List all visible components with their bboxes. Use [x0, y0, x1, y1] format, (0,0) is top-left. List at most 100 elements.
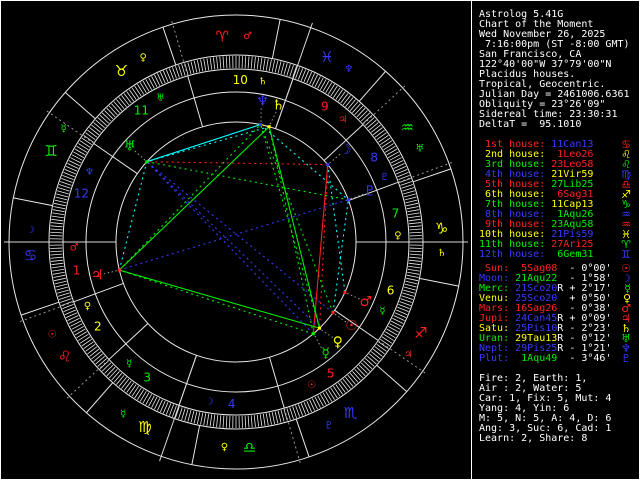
degree-tick [378, 134, 389, 143]
wheel-planet-icon-saturn: ♄ [272, 97, 285, 113]
aspect-line [146, 161, 314, 335]
panel-divider [471, 1, 472, 479]
degree-tick [216, 415, 219, 428]
degree-tick [83, 134, 94, 143]
degree-tick [400, 181, 412, 186]
sign-ruler-icon-uranus: ♅ [415, 144, 424, 155]
degree-tick [57, 190, 69, 195]
degree-tick [289, 407, 294, 420]
cusp-extended-line-6 [377, 340, 428, 375]
degree-tick [409, 231, 422, 234]
degree-tick [76, 331, 88, 339]
degree-tick [405, 199, 418, 204]
degree-tick [354, 105, 364, 116]
degree-tick [134, 387, 142, 399]
house-ruler-icon-sun: ☉ [307, 380, 316, 391]
degree-tick [222, 415, 225, 428]
degree-tick [358, 364, 368, 374]
degree-tick [330, 85, 338, 97]
degree-tick [409, 225, 422, 228]
aspect-line [260, 124, 321, 329]
sign-ruler-icon-saturn: ♄ [437, 248, 446, 259]
degree-tick [404, 283, 417, 288]
degree-tick [268, 412, 272, 425]
planet-degree-dot-mercury [311, 332, 315, 336]
summary-line-6: Learn: 2, Share: 8 [479, 433, 588, 444]
degree-tick [51, 262, 64, 266]
degree-tick [250, 56, 253, 69]
aspect-line [268, 126, 314, 334]
degree-tick [335, 384, 344, 395]
degree-tick [352, 371, 361, 381]
degree-tick [277, 410, 282, 423]
planet-degree-dot-pluto [346, 198, 350, 202]
aspect-line [260, 124, 349, 201]
degree-tick [74, 328, 86, 336]
degree-tick [289, 64, 294, 77]
sign-icon: ♊ [621, 248, 631, 261]
degree-tick [325, 390, 333, 402]
degree-tick [407, 271, 420, 275]
house-number-2: 2 [94, 320, 102, 334]
degree-tick [356, 107, 366, 118]
planet-pointer-line [103, 270, 118, 275]
degree-tick [277, 61, 282, 74]
degree-tick [76, 145, 88, 153]
degree-tick [209, 57, 213, 70]
degree-tick [50, 228, 63, 231]
degree-tick [53, 277, 66, 282]
degree-tick [259, 57, 263, 70]
degree-tick [407, 209, 420, 213]
degree-tick [123, 93, 132, 104]
degree-tick [178, 64, 183, 77]
degree-tick [406, 206, 419, 210]
degree-tick [356, 366, 366, 377]
degree-tick [408, 215, 421, 219]
degree-tick [78, 143, 89, 151]
degree-tick [402, 187, 414, 192]
planet-motion-value: - 3°46' [563, 353, 612, 364]
degree-tick [54, 280, 67, 285]
planet-degree-dot-mars [343, 290, 347, 294]
degree-tick [367, 355, 377, 365]
sign-boundary [64, 92, 96, 120]
degree-tick [342, 95, 351, 106]
degree-tick [52, 271, 65, 275]
degree-tick [60, 298, 72, 303]
degree-tick [407, 212, 420, 216]
degree-tick [347, 375, 356, 385]
house-ruler-icon-venus: ♀ [84, 301, 91, 312]
degree-tick [193, 60, 198, 73]
sign-boundary [86, 382, 114, 414]
degree-tick [121, 95, 130, 106]
planet-degree-dot-saturn [267, 125, 271, 129]
house-ruler-icon-mercury: ☿ [126, 358, 132, 369]
house-cusp-line-2 [73, 282, 124, 303]
degree-tick [104, 110, 114, 120]
degree-tick [101, 112, 112, 122]
degree-tick [200, 59, 204, 72]
planet-pointer-line [346, 292, 360, 300]
degree-tick [347, 99, 356, 109]
degree-tick [380, 137, 391, 146]
zodiac-sign-icon-tau: ♉ [115, 62, 128, 80]
degree-tick [268, 59, 272, 72]
aspect-line [119, 269, 320, 329]
zodiac-sign-icon-lib: ♎ [243, 439, 256, 457]
degree-tick [349, 101, 359, 111]
degree-tick [383, 333, 394, 341]
degree-tick [256, 414, 260, 427]
planet-pointer-line [269, 111, 277, 125]
aspect-line [268, 126, 321, 329]
wheel-planet-icon-mercury: ☿ [321, 345, 330, 361]
aspect-line [119, 199, 349, 271]
planet-pointer-line [350, 193, 364, 200]
house-ruler-icon-jupiter: ♃ [338, 115, 347, 126]
degree-tick [128, 384, 137, 395]
horoscope-wheel: ♈ ♂♉♀♊☿♋☽♌☉♍☿♎♀♏♇♐♃♑♄♒♅♓♆1♂2♀3☿4☽5☉6☿7♀8♇… [4, 14, 468, 470]
degree-tick [274, 411, 279, 424]
house-cusp-list: 1st house: 11Can13 ♋ 2nd house: 1Leo26 ♌ 3… [479, 139, 631, 261]
degree-tick [57, 289, 69, 294]
degree-tick [187, 409, 192, 422]
degree-tick [292, 406, 297, 418]
